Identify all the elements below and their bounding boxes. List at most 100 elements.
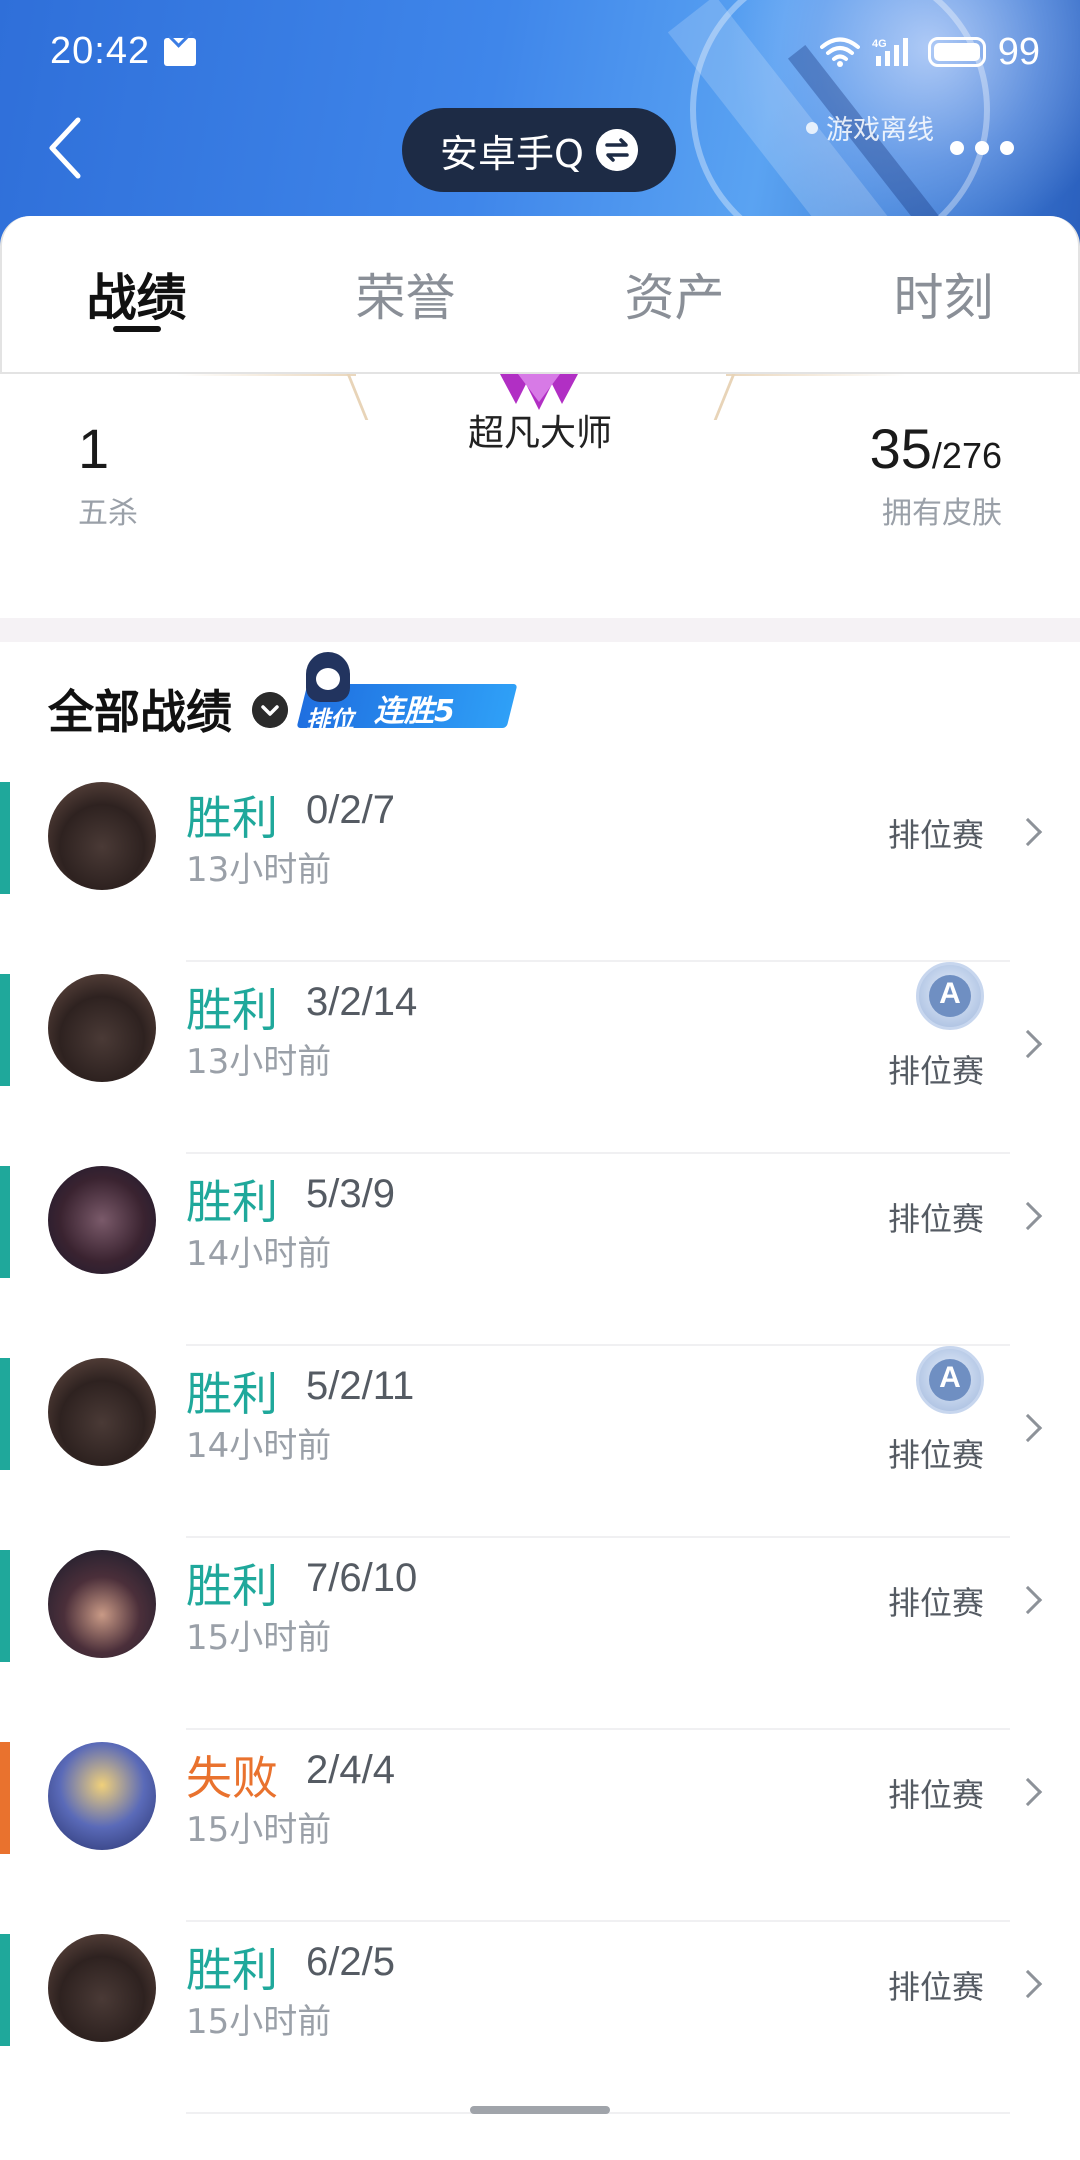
hero-avatar [48,1358,156,1466]
mvp-badge-icon: A [916,962,984,1030]
back-icon[interactable] [40,112,90,184]
result-indicator-bar [0,1550,10,1662]
match-kda: 0/2/7 [306,788,395,832]
skins-stat[interactable]: 35/276 [870,416,1002,481]
status-time: 20:42 [50,30,151,72]
result-indicator-bar [0,1166,10,1278]
rank-frame-line [176,374,356,376]
match-time: 15小时前 [186,1810,332,1850]
hero-avatar [48,1166,156,1274]
match-filter-title[interactable]: 全部战绩 [48,676,232,742]
section-divider [0,618,1080,642]
match-row[interactable]: 胜利 5/3/9 14小时前 排位赛 [0,1154,1080,1346]
result-indicator-bar [0,1934,10,2046]
svg-text:4G: 4G [872,38,887,50]
result-indicator-bar [0,974,10,1086]
tab-assets[interactable]: 资产 [540,216,809,372]
result-indicator-bar [0,782,10,894]
mvp-badge-letter: A [939,1361,961,1394]
tab-record[interactable]: 战绩 [2,216,271,372]
match-result: 胜利 [186,1943,278,1997]
match-row[interactable]: 胜利 0/2/7 13小时前 排位赛 [0,770,1080,962]
skins-label: 拥有皮肤 [882,496,1002,531]
skins-total-count: /276 [931,435,1002,476]
match-mode: 排位赛 [887,1968,984,2006]
match-row[interactable]: 胜利 6/2/5 15小时前 排位赛 [0,1922,1080,2114]
result-indicator-bar [0,1358,10,1470]
chevron-right-icon [1013,1201,1043,1231]
hero-avatar [48,782,156,890]
match-row[interactable]: 胜利 5/2/11 14小时前 A 排位赛 [0,1346,1080,1538]
match-row[interactable]: 胜利 7/6/10 15小时前 排位赛 [0,1538,1080,1730]
match-mode: 排位赛 [887,816,984,854]
tab-moments[interactable]: 时刻 [809,216,1078,372]
match-time: 13小时前 [186,850,332,890]
chevron-right-icon [1013,1413,1043,1443]
game-status-text: 游戏离线 [826,115,934,146]
chevron-right-icon [1013,1969,1043,1999]
game-status: 游戏离线 [806,108,934,147]
match-time: 13小时前 [186,1042,332,1082]
match-result: 失败 [186,1751,278,1805]
switch-icon [595,129,638,171]
battery-level: 99 [997,30,1040,73]
streak-mode-label: 排位 [306,706,354,734]
match-mode: 排位赛 [887,1052,984,1090]
match-mode: 排位赛 [887,1200,984,1238]
rank-frame-line [726,374,906,376]
status-icons: 4G 99 [819,30,1040,74]
wifi-icon [819,37,860,67]
hero-avatar [48,974,156,1082]
more-icon[interactable] [950,136,1014,160]
penta-kills-count: 1 [78,417,110,480]
chevron-right-icon [1013,1585,1043,1615]
profile-stats: 超凡大师 1 五杀 35/276 拥有皮肤 [0,374,1080,618]
match-result: 胜利 [186,1367,278,1421]
skins-owned-count: 35 [869,417,932,480]
match-row[interactable]: 胜利 3/2/14 13小时前 A 排位赛 [0,962,1080,1154]
match-list: 胜利 0/2/7 13小时前 排位赛 胜利 3/2/14 13小时前 A 排位赛… [0,770,1080,2114]
home-indicator[interactable] [470,2106,610,2114]
match-kda: 6/2/5 [306,1940,395,1984]
hero-avatar [48,1742,156,1850]
match-mode: 排位赛 [887,1776,984,1814]
hero-avatar [48,1934,156,2042]
match-kda: 5/3/9 [306,1172,395,1216]
hero-avatar [48,1550,156,1658]
match-kda: 5/2/11 [306,1364,415,1408]
mvp-badge-letter: A [939,977,961,1010]
match-kda: 3/2/14 [306,980,418,1024]
penguin-mascot-icon [306,652,350,702]
battery-icon [927,37,986,67]
tab-label: 资产 [624,269,725,327]
chevron-right-icon [1013,1777,1043,1807]
penta-kills-label: 五杀 [78,496,138,531]
tab-honor[interactable]: 荣誉 [271,216,540,372]
match-mode: 排位赛 [887,1436,984,1474]
mail-icon [164,38,196,66]
signal-icon: 4G [872,38,908,66]
match-time: 15小时前 [186,2002,332,2042]
match-time: 15小时前 [186,1618,332,1658]
match-row[interactable]: 失败 2/4/4 15小时前 排位赛 [0,1730,1080,1922]
result-indicator-bar [0,1742,10,1854]
account-switcher[interactable]: 安卓手Q [402,108,676,192]
match-mode: 排位赛 [887,1584,984,1622]
tab-label: 荣誉 [355,269,456,327]
streak-label: 连胜5 [374,694,455,729]
account-name: 安卓手Q [440,131,584,176]
profile-tabs: 战绩 荣誉 资产 时刻 [0,216,1080,374]
match-time: 14小时前 [186,1426,332,1466]
match-result: 胜利 [186,1175,278,1229]
match-time: 14小时前 [186,1234,332,1274]
tab-indicator [112,326,161,332]
offline-dot [806,121,818,134]
chevron-right-icon [1013,1029,1043,1059]
match-result: 胜利 [186,983,278,1037]
match-result: 胜利 [186,1559,278,1613]
tab-label: 战绩 [86,269,187,327]
match-kda: 2/4/4 [306,1748,395,1792]
tab-label: 时刻 [893,269,994,327]
chevron-down-icon[interactable] [252,692,288,728]
match-kda: 7/6/10 [306,1556,418,1600]
